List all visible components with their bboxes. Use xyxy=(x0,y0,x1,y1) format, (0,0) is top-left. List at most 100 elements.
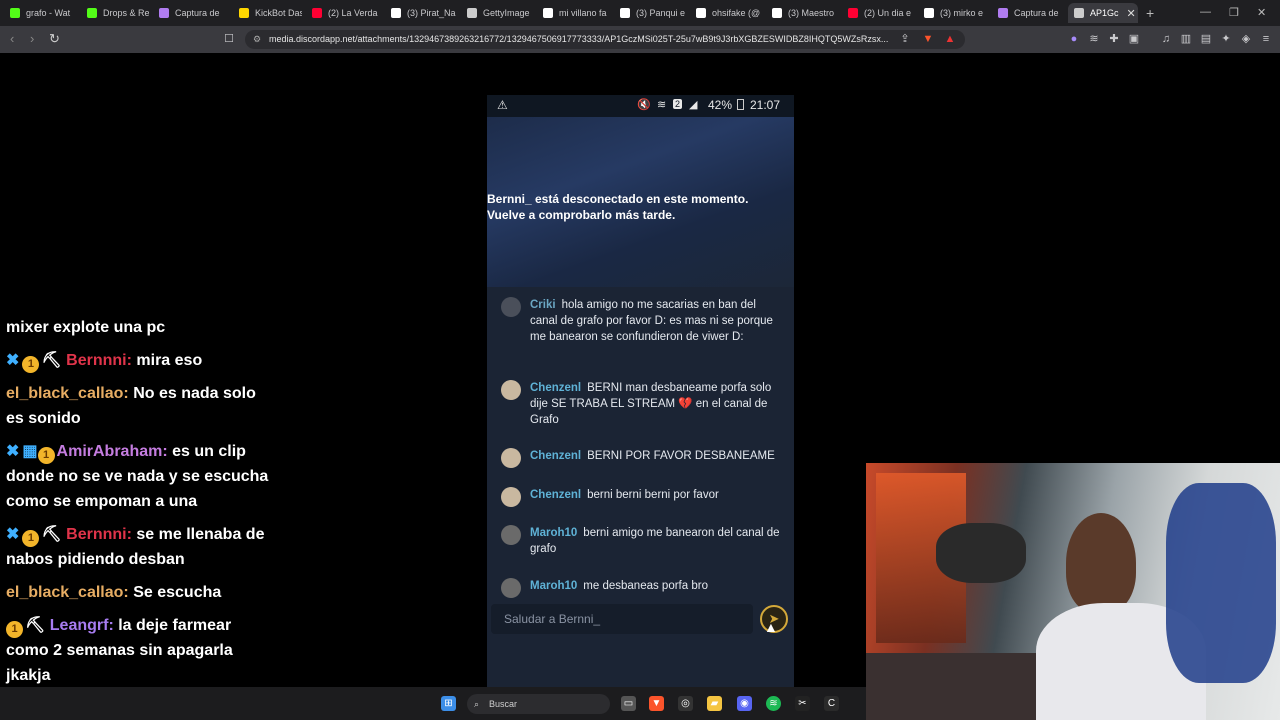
mouse-cursor-icon: ▲ xyxy=(764,619,778,635)
wallet-icon[interactable]: ▤ xyxy=(1200,33,1212,45)
gaming-chair xyxy=(1166,483,1276,683)
media-icon[interactable]: ♫ xyxy=(1160,33,1172,45)
avatar xyxy=(501,448,521,468)
translate-icon[interactable]: ≋ xyxy=(1088,33,1100,45)
chat-text: hola amigo no me sacarias en ban del can… xyxy=(530,299,773,343)
vpn-icon[interactable]: ◈ xyxy=(1240,33,1252,45)
address-bar[interactable]: ⚙ media.discordapp.net/attachments/13294… xyxy=(245,30,965,49)
task-view-icon[interactable]: ▭ xyxy=(621,696,636,711)
stream-chat-line: el_black_callao: Se escucha xyxy=(6,584,222,601)
tab-8[interactable]: mi villano fa xyxy=(537,3,610,23)
page-content: ⚠ 🔇 ≋ 2 ◢ 42% 21:07 Bernni_ está descone… xyxy=(0,53,1280,720)
menu-icon[interactable]: ≡ xyxy=(1260,33,1272,45)
sidebar-icon[interactable]: ▥ xyxy=(1180,33,1192,45)
new-tab-button[interactable]: + xyxy=(1146,5,1154,21)
bookmark-icon[interactable]: ☐ xyxy=(223,33,235,45)
snip-icon xyxy=(159,8,169,18)
chat-username[interactable]: Chenzenl xyxy=(530,489,581,501)
tab-10[interactable]: ohsifake (@ xyxy=(690,3,762,23)
pickaxe-badge-icon: ⛏ xyxy=(41,352,62,369)
brave-rewards-icon[interactable]: ▲ xyxy=(944,33,956,45)
chat-username[interactable]: Criki xyxy=(530,299,556,311)
tab-15[interactable]: AP1Gc ✕ xyxy=(1068,3,1138,23)
tab-9[interactable]: (3) Panqui e xyxy=(614,3,686,23)
offline-line-2: Vuelve a comprobarlo más tarde. xyxy=(487,208,676,222)
sub-badge-icon: 1 xyxy=(22,530,40,547)
pickaxe-badge-icon: ⛏ xyxy=(41,526,62,543)
minimize-icon[interactable]: — xyxy=(1200,6,1211,18)
signal-icon: ◢ xyxy=(689,99,698,111)
stream-chat-line: ✖ 1 ⛏ Bernnni: se me llenaba de nabos pidi… xyxy=(6,526,265,568)
offline-message: Bernni_ está desconectado en este moment… xyxy=(487,191,787,223)
back-icon[interactable]: ‹ xyxy=(10,31,14,46)
windows-start-icon[interactable]: ⊞ xyxy=(441,696,456,711)
tab-4[interactable]: KickBot Das xyxy=(233,3,302,23)
share-icon[interactable]: ⇪ xyxy=(899,33,911,45)
close-tab-icon[interactable]: ✕ xyxy=(1127,7,1136,20)
capcut-taskbar-icon[interactable]: ✂ xyxy=(795,696,810,711)
chat-input-placeholder: Saludar a Bernni_ xyxy=(504,612,601,626)
youtube-icon xyxy=(848,8,858,18)
stream-chat-line: 1 ⛏ Leangrf: la deje farmear como 2 seman… xyxy=(6,617,233,684)
taskbar-search[interactable]: ⌕ Buscar xyxy=(467,694,610,714)
sword-badge-icon: ✖ xyxy=(6,352,20,369)
globe-icon xyxy=(1074,8,1084,18)
screenshot-icon[interactable]: ▣ xyxy=(1128,33,1140,45)
reload-icon[interactable]: ↻ xyxy=(49,31,60,47)
tab-label: Captura de xyxy=(1014,8,1059,18)
tab-1[interactable]: grafo - Wat xyxy=(4,3,76,23)
chat-username[interactable]: Chenzenl xyxy=(530,382,581,394)
discord-taskbar-icon[interactable]: ◉ xyxy=(737,696,752,711)
forward-icon[interactable]: › xyxy=(30,31,34,46)
chat-username[interactable]: Maroh10 xyxy=(530,580,577,592)
chat-input[interactable]: Saludar a Bernni_ xyxy=(491,604,753,634)
chrome-taskbar-icon[interactable]: C xyxy=(824,696,839,711)
spotify-taskbar-icon[interactable]: ≋ xyxy=(766,696,781,711)
chat-username[interactable]: Chenzenl xyxy=(530,450,581,462)
x-icon xyxy=(620,8,630,18)
snip-icon xyxy=(998,8,1008,18)
tab-12[interactable]: (2) Un dia e xyxy=(842,3,914,23)
obs-taskbar-icon[interactable]: ◎ xyxy=(678,696,693,711)
offline-banner: Bernni_ está desconectado en este moment… xyxy=(487,117,794,287)
mute-icon: 🔇 xyxy=(637,99,651,111)
list-item: Chenzenl BERNI POR FAVOR DESBANEAME xyxy=(501,448,781,468)
tab-3[interactable]: Captura de xyxy=(153,3,229,23)
sword-badge-icon: ✖ xyxy=(6,443,20,460)
extensions-icon[interactable]: ✚ xyxy=(1108,33,1120,45)
tab-2[interactable]: Drops & Re xyxy=(81,3,149,23)
phone-clock: 21:07 xyxy=(750,98,781,112)
list-item: Criki hola amigo no me sacarias en ban de… xyxy=(501,297,781,345)
avatar xyxy=(501,380,521,400)
tiktok-icon xyxy=(696,8,706,18)
list-item: Chenzenl berni berni berni por favor xyxy=(501,487,781,507)
brave-taskbar-icon[interactable]: ▼ xyxy=(649,696,664,711)
globe-icon xyxy=(467,8,477,18)
leo-icon[interactable]: ● xyxy=(1068,33,1080,45)
tab-6[interactable]: (3) Pirat_Na xyxy=(385,3,457,23)
windows-taskbar: ⊞ ⌕ Buscar ▭ ▼ ◎ ▰ ◉ ≋ ✂ C xyxy=(0,687,866,720)
maximize-icon[interactable]: ❐ xyxy=(1229,6,1239,19)
x-icon xyxy=(772,8,782,18)
tab-13[interactable]: (3) mirko e xyxy=(918,3,988,23)
wifi-icon: ≋ xyxy=(657,99,667,111)
url-text: media.discordapp.net/attachments/1329467… xyxy=(269,34,889,44)
tab-label: KickBot Das xyxy=(255,8,302,18)
kick-icon xyxy=(87,8,97,18)
tab-11[interactable]: (3) Maestro xyxy=(766,3,838,23)
browser-toolbar: ‹ › ↻ ☐ ⚙ media.discordapp.net/attachmen… xyxy=(0,26,1280,53)
tab-5[interactable]: (2) La Verda xyxy=(306,3,381,23)
file-explorer-icon[interactable]: ▰ xyxy=(707,696,722,711)
tab-14[interactable]: Captura de xyxy=(992,3,1064,23)
brave-shield-icon[interactable]: ▼ xyxy=(922,33,934,45)
vip-badge-icon: ▦ xyxy=(22,443,38,460)
tab-label: (2) Un dia e xyxy=(864,8,912,18)
ai-icon[interactable]: ✦ xyxy=(1220,33,1232,45)
chat-username[interactable]: Maroh10 xyxy=(530,527,577,539)
avatar xyxy=(501,487,521,507)
site-info-icon[interactable]: ⚙ xyxy=(253,30,261,49)
chat-text: BERNI POR FAVOR DESBANEAME xyxy=(587,450,775,462)
tab-7[interactable]: GettyImage xyxy=(461,3,533,23)
close-window-icon[interactable]: ✕ xyxy=(1257,6,1266,19)
sub-badge-icon: 1 xyxy=(22,356,40,373)
